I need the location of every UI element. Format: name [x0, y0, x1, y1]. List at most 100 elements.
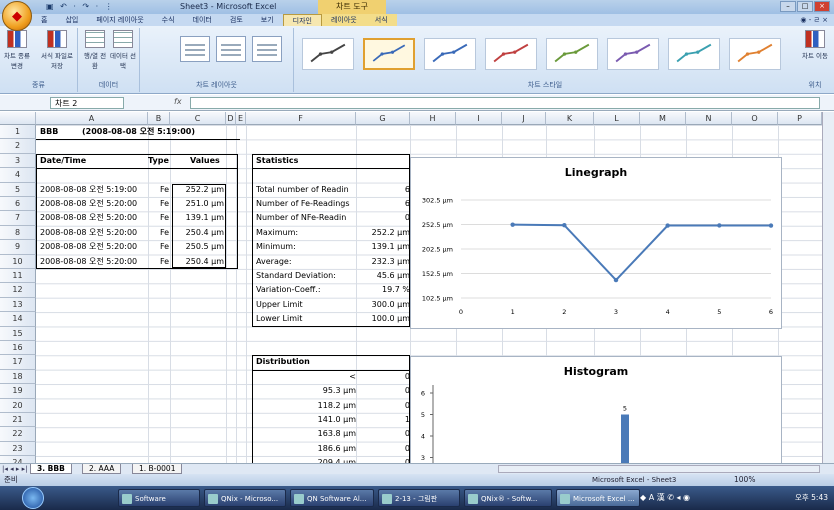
row-header-5[interactable]: 5 — [0, 182, 36, 197]
sheet-tab-b0001[interactable]: 1. B-0001 — [132, 464, 183, 474]
statistics-value-cell[interactable]: 6 — [358, 197, 410, 211]
tab-5[interactable]: 검토 — [221, 14, 252, 26]
taskbar-item[interactable]: Microsoft Excel ... — [556, 489, 640, 507]
distribution-label-cell[interactable]: 118.2 µm — [290, 399, 356, 413]
distribution-label-cell[interactable]: 95.3 µm — [290, 384, 356, 398]
chart-style-8[interactable] — [729, 38, 781, 70]
quick-access-toolbar[interactable]: ▣ ↶ · ↷ · ⋮ — [46, 2, 115, 11]
distribution-value-cell[interactable]: 0 — [358, 370, 410, 384]
column-header-P[interactable]: P — [778, 112, 822, 125]
fx-icon[interactable]: fx — [174, 97, 182, 106]
row-header-9[interactable]: 9 — [0, 240, 36, 255]
row-header-8[interactable]: 8 — [0, 225, 36, 241]
move-chart-button[interactable]: 차트 이동 — [802, 30, 828, 60]
column-header-J[interactable]: J — [502, 112, 546, 125]
column-header-N[interactable]: N — [686, 112, 732, 125]
row-header-21[interactable]: 21 — [0, 413, 36, 428]
reading-datetime-cell[interactable]: 2008-08-08 오전 5:19:00 — [40, 183, 148, 197]
reading-value-cell[interactable]: 250.5 µm — [176, 240, 224, 254]
statistics-label-cell[interactable]: Variation-Coeff.: — [256, 283, 356, 297]
histogram-chart[interactable]: Histogram 65435 — [410, 356, 782, 465]
system-tray[interactable]: ◆ A 漢 ✆ ◂ ◉ — [640, 486, 690, 510]
tab-4[interactable]: 데이터 — [184, 14, 221, 26]
taskbar-item[interactable]: QNix® - Softw... — [464, 489, 552, 507]
statistics-label-cell[interactable]: Upper Limit — [256, 298, 356, 312]
chart-style-3[interactable] — [424, 38, 476, 70]
column-header-O[interactable]: O — [732, 112, 778, 125]
row-header-7[interactable]: 7 — [0, 211, 36, 226]
linegraph-point[interactable] — [717, 223, 722, 228]
tab-7[interactable]: 디자인 — [282, 14, 322, 26]
tab-1[interactable]: 삽입 — [56, 14, 87, 26]
reading-value-cell[interactable]: 250.4 µm — [176, 255, 224, 269]
name-box[interactable]: 차트 2 — [50, 97, 124, 109]
column-header-G[interactable]: G — [356, 112, 410, 125]
office-button[interactable]: ◆ — [2, 1, 32, 31]
reading-datetime-cell[interactable]: 2008-08-08 오전 5:20:00 — [40, 226, 148, 240]
chart-layout-1[interactable] — [180, 36, 210, 62]
select-data-button[interactable]: 데이터 선택 — [110, 30, 136, 70]
distribution-value-cell[interactable]: 0 — [358, 427, 410, 441]
distribution-label-cell[interactable]: < — [290, 370, 356, 384]
reading-type-cell[interactable]: Fe — [160, 226, 172, 240]
row-header-12[interactable]: 12 — [0, 283, 36, 298]
row-header-1[interactable]: 1 — [0, 125, 36, 140]
chart-layout-3[interactable] — [252, 36, 282, 62]
tab-0[interactable]: 홈 — [32, 14, 56, 26]
chart-style-7[interactable] — [668, 38, 720, 70]
vertical-scrollbar[interactable] — [822, 112, 834, 463]
start-button[interactable] — [22, 487, 44, 509]
reading-type-cell[interactable]: Fe — [160, 183, 172, 197]
reading-datetime-cell[interactable]: 2008-08-08 오전 5:20:00 — [40, 240, 148, 254]
linegraph-point[interactable] — [665, 223, 670, 228]
row-header-22[interactable]: 22 — [0, 427, 36, 442]
chart-style-1[interactable] — [302, 38, 354, 70]
chart-style-2[interactable] — [363, 38, 415, 70]
reading-type-cell[interactable]: Fe — [160, 240, 172, 254]
maximize-button[interactable]: □ — [797, 1, 813, 12]
header-name-cell[interactable]: BBB — [40, 125, 80, 139]
reading-datetime-cell[interactable]: 2008-08-08 오전 5:20:00 — [40, 211, 148, 225]
reading-value-cell[interactable]: 251.0 µm — [176, 197, 224, 211]
statistics-value-cell[interactable]: 19.7 % — [358, 283, 410, 297]
reading-type-cell[interactable]: Fe — [160, 197, 172, 211]
distribution-value-cell[interactable]: 1 — [358, 413, 410, 427]
reading-value-cell[interactable]: 252.2 µm — [176, 183, 224, 197]
column-header-A[interactable]: A — [36, 112, 148, 125]
row-header-16[interactable]: 16 — [0, 341, 36, 356]
statistics-value-cell[interactable]: 300.0 µm — [358, 298, 410, 312]
statistics-value-cell[interactable]: 232.3 µm — [358, 255, 410, 269]
tab-2[interactable]: 페이지 레이아웃 — [87, 14, 152, 26]
close-button[interactable]: × — [814, 1, 830, 12]
column-header-K[interactable]: K — [546, 112, 594, 125]
chart-style-5[interactable] — [546, 38, 598, 70]
histogram-bar[interactable] — [621, 414, 629, 465]
row-header-2[interactable]: 2 — [0, 139, 36, 154]
distribution-value-cell[interactable]: 0 — [358, 399, 410, 413]
taskbar-item[interactable]: QNix - Microso... — [204, 489, 286, 507]
statistics-label-cell[interactable]: Standard Deviation: — [256, 269, 356, 283]
sheet-tab-aaa[interactable]: 2. AAA — [82, 464, 122, 474]
column-header-D[interactable]: D — [226, 112, 236, 125]
distribution-label-cell[interactable]: 163.8 µm — [290, 427, 356, 441]
formula-input[interactable] — [190, 97, 820, 109]
statistics-label-cell[interactable]: Total number of Readin — [256, 183, 356, 197]
tab-8[interactable]: 레이아웃 — [321, 14, 366, 26]
ribbon-window-controls[interactable]: ◉ - ㄹ × — [800, 14, 828, 26]
reading-datetime-cell[interactable]: 2008-08-08 오전 5:20:00 — [40, 255, 148, 269]
column-header-L[interactable]: L — [594, 112, 640, 125]
column-header-C[interactable]: C — [170, 112, 226, 125]
linegraph-point[interactable] — [510, 222, 515, 227]
distribution-value-cell[interactable]: 0 — [358, 384, 410, 398]
tab-9[interactable]: 서식 — [365, 14, 397, 26]
column-header-B[interactable]: B — [148, 112, 170, 125]
linegraph-series-line[interactable] — [512, 223, 772, 282]
linegraph-point[interactable] — [613, 277, 619, 283]
row-header-19[interactable]: 19 — [0, 384, 36, 399]
taskbar-item[interactable]: QN Software Al... — [290, 489, 374, 507]
row-header-17[interactable]: 17 — [0, 355, 36, 370]
statistics-value-cell[interactable]: 139.1 µm — [358, 240, 410, 254]
statistics-label-cell[interactable]: Maximum: — [256, 226, 356, 240]
statistics-value-cell[interactable]: 100.0 µm — [358, 312, 410, 326]
statistics-label-cell[interactable]: Minimum: — [256, 240, 356, 254]
